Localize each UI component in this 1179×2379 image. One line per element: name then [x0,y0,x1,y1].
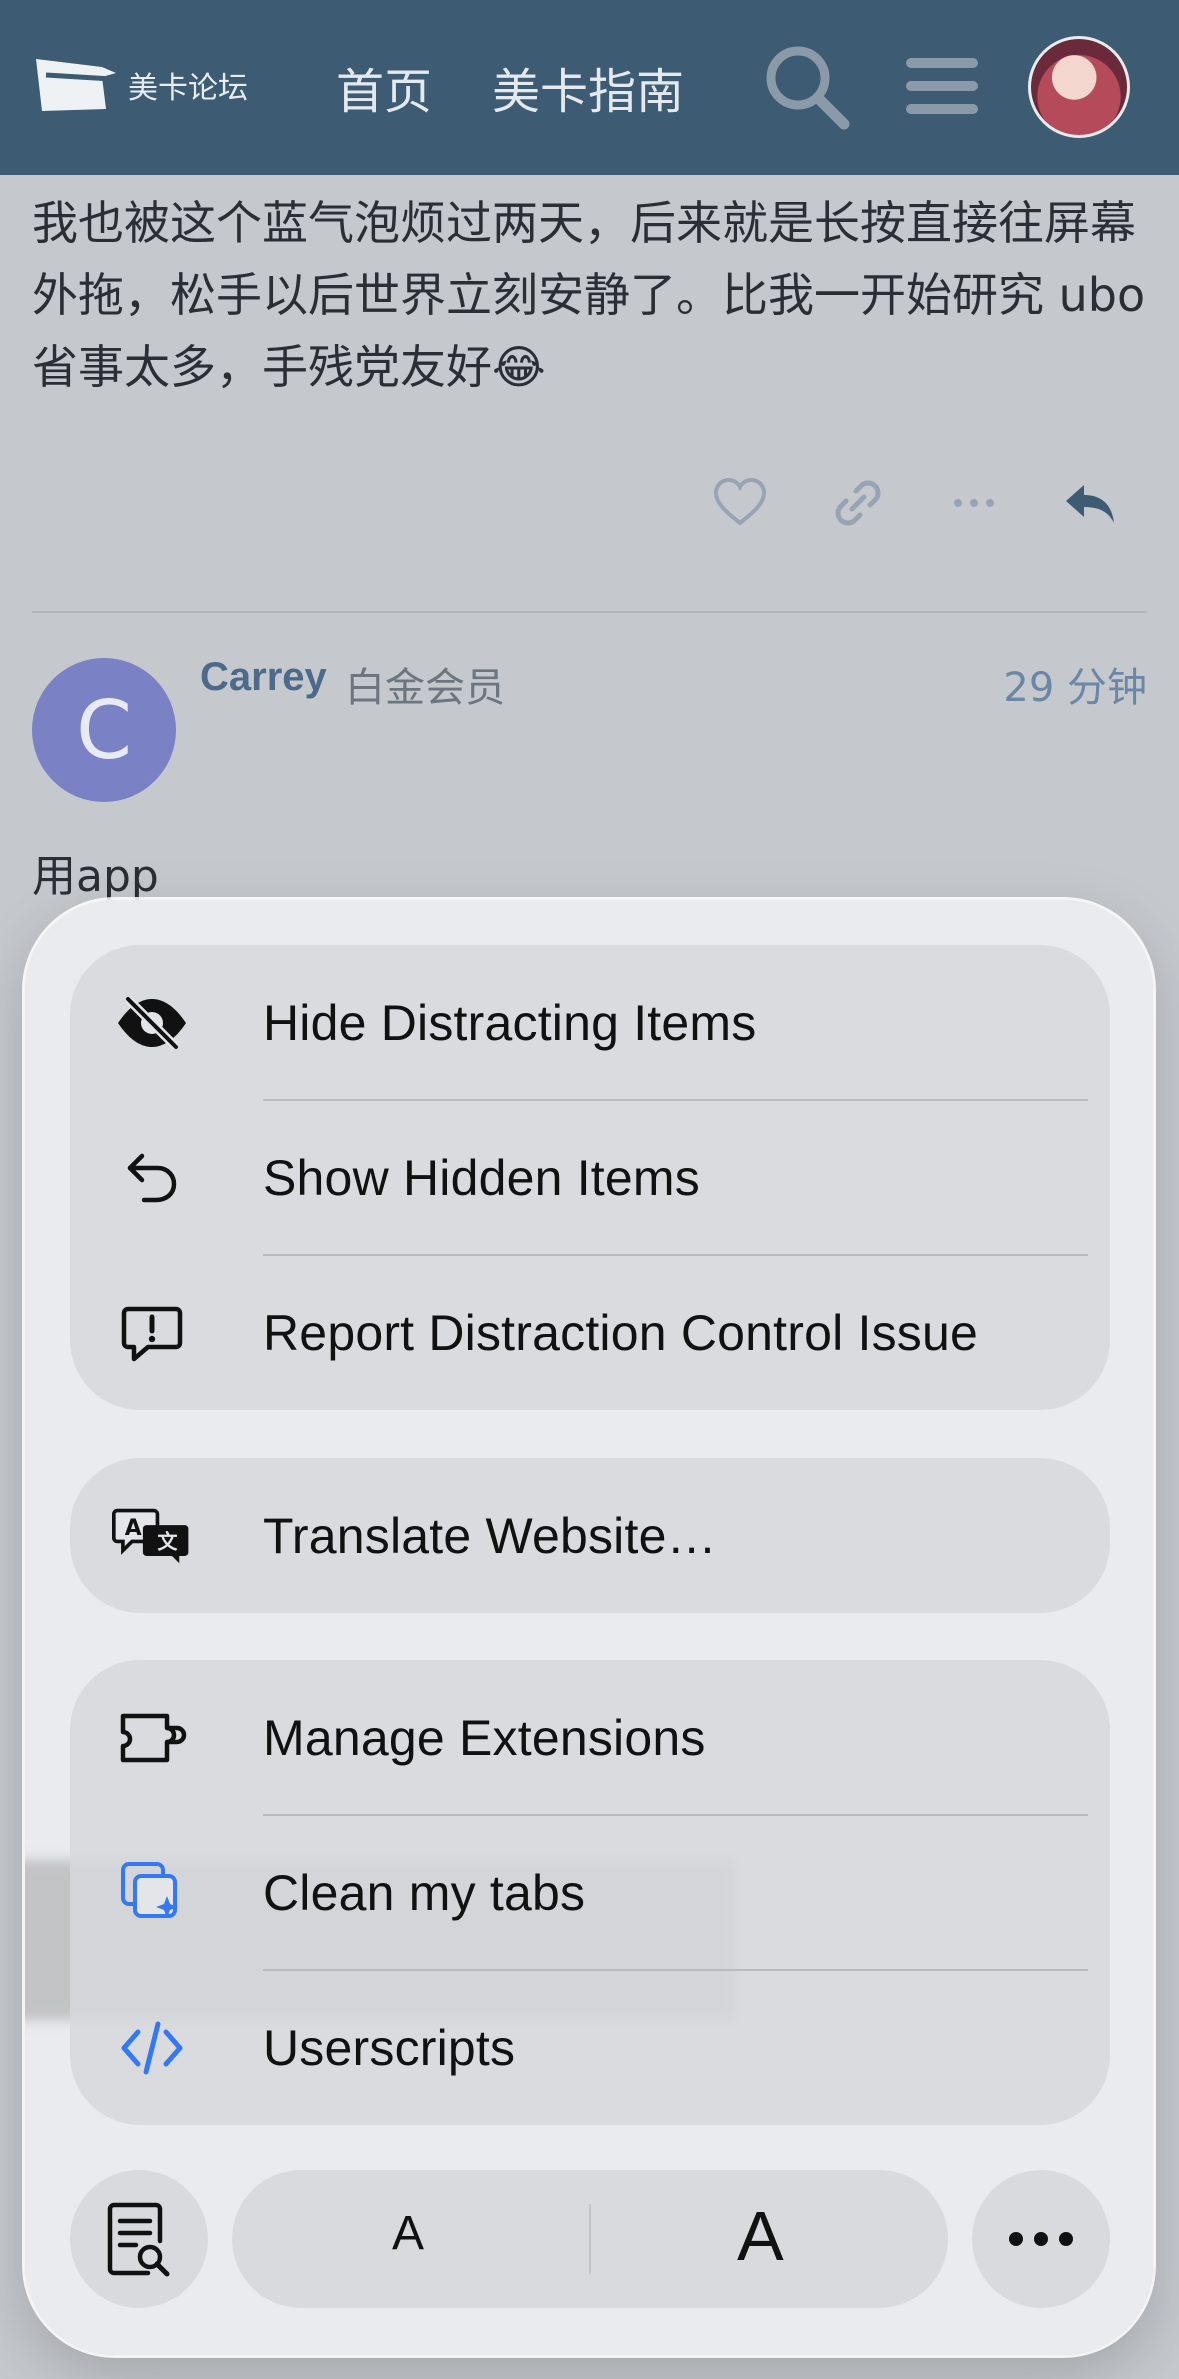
menu-item-userscripts[interactable]: Userscripts [70,1970,1110,2125]
extension-icon [112,1698,192,1778]
site-logo[interactable]: 美卡论坛 [32,55,248,115]
logo-text: 美卡论坛 [128,71,248,106]
logo-card-icon [36,59,116,111]
reply-time[interactable]: 29 分钟 [1003,655,1147,713]
user-avatar[interactable] [1028,36,1130,138]
extensions-group: Manage Extensions Clean my tabs Userscri… [70,1660,1110,2125]
translate-icon: A 文 [112,1496,192,1576]
sheet-toolbar: A A [70,2170,1110,2308]
menu-item-label: Show Hidden Items [263,1149,700,1206]
post-actions [0,475,1179,575]
reply-user-avatar[interactable]: C [32,658,176,802]
nav-home-link[interactable]: 首页 [336,52,432,122]
menu-item-label: Report Distraction Control Issue [263,1304,979,1361]
reply-icon[interactable] [1060,475,1120,531]
menu-item-label: Userscripts [263,2019,516,2076]
nav-guide-link[interactable]: 美卡指南 [492,52,684,122]
report-bubble-icon [112,1293,192,1373]
menu-item-show-hidden[interactable]: Show Hidden Items [70,1100,1110,1255]
post-divider [32,611,1147,613]
distraction-control-group: Hide Distracting Items Show Hidden Items [70,945,1110,1410]
site-header: 美卡论坛 首页 美卡指南 [0,0,1179,175]
hamburger-menu-icon[interactable] [902,40,982,132]
menu-item-label: Translate Website… [263,1507,717,1564]
svg-text:文: 文 [157,1529,178,1553]
menu-item-label: Hide Distracting Items [263,994,757,1051]
page-menu-sheet: Hide Distracting Items Show Hidden Items [25,900,1153,2355]
more-icon[interactable] [946,475,1002,531]
search-icon[interactable] [760,40,852,132]
reader-icon [107,2202,170,2277]
decrease-font-button[interactable]: A [392,2206,424,2261]
link-icon[interactable] [830,475,886,531]
reply-user-name[interactable]: Carrey [200,655,327,700]
translate-group: A 文 Translate Website… [70,1458,1110,1613]
code-icon [112,2008,192,2088]
more-options-button[interactable] [972,2170,1110,2308]
undo-arrow-icon [112,1138,192,1218]
eye-slash-icon [112,983,192,1063]
post-body: 我也被这个蓝气泡烦过两天，后来就是长按直接往屏幕外拖，松手以后世界立刻安静了。比… [32,196,1146,394]
menu-item-hide-distracting[interactable]: Hide Distracting Items [70,945,1110,1100]
clean-tabs-icon [112,1853,192,1933]
reply-user-badge: 白金会员 [345,665,505,711]
reader-button[interactable] [70,2170,208,2308]
ellipsis-icon [1009,2232,1073,2246]
svg-text:A: A [125,1516,142,1541]
font-size-divider [589,2204,591,2274]
reply-body: 用app [32,851,159,902]
menu-item-clean-tabs[interactable]: Clean my tabs [70,1815,1110,1970]
menu-item-label: Manage Extensions [263,1709,706,1766]
menu-item-label: Clean my tabs [263,1864,586,1921]
heart-icon[interactable] [712,475,768,531]
font-size-control: A A [232,2170,948,2308]
increase-font-button[interactable]: A [737,2196,784,2276]
menu-item-report-issue[interactable]: Report Distraction Control Issue [70,1255,1110,1410]
menu-item-translate[interactable]: A 文 Translate Website… [70,1458,1110,1613]
menu-item-manage-extensions[interactable]: Manage Extensions [70,1660,1110,1815]
